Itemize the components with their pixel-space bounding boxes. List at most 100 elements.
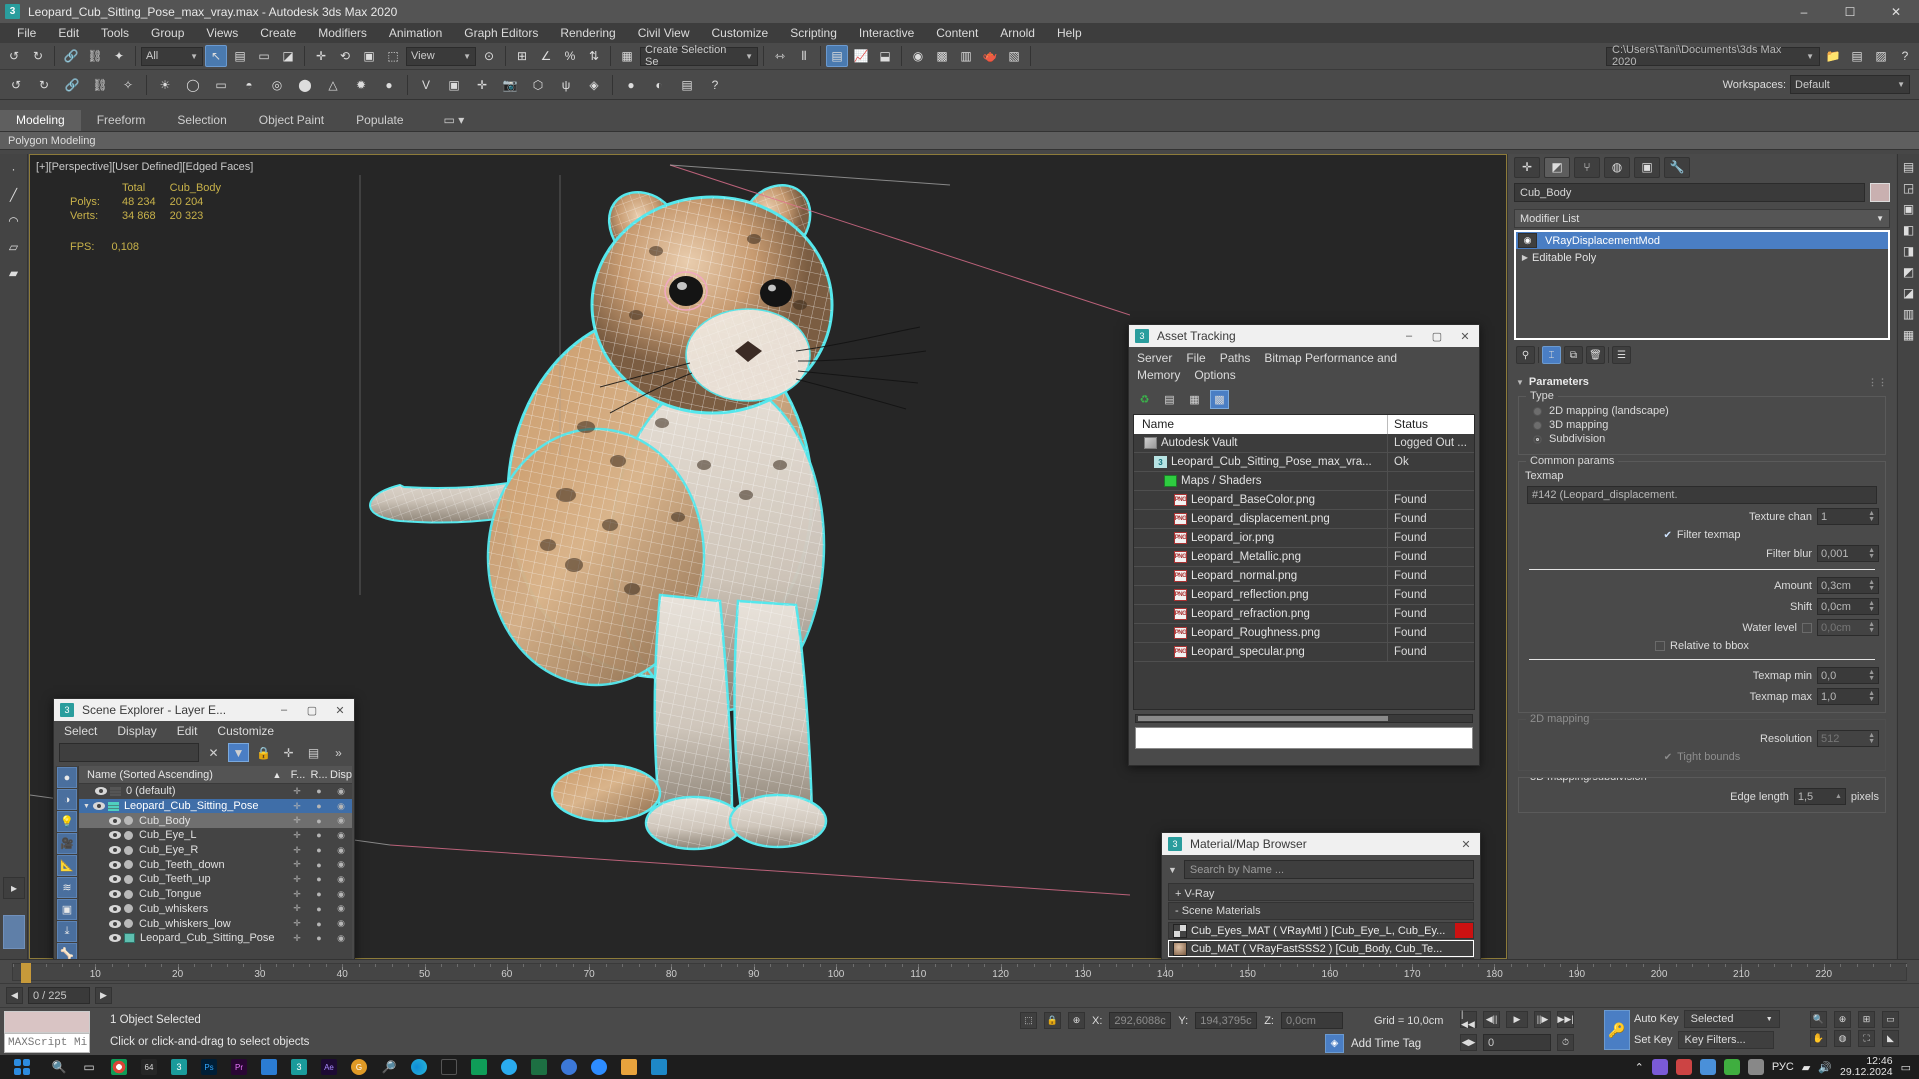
- render-tools-icon[interactable]: ▦: [1900, 326, 1918, 344]
- spinner-arrows-icon[interactable]: ▲ ▼: [1868, 669, 1875, 682]
- asset-row[interactable]: PNG Leopard_normal.png Found: [1134, 566, 1474, 586]
- pin-stack-icon[interactable]: ⚲: [1516, 346, 1535, 364]
- visibility-eye-icon[interactable]: [95, 786, 107, 796]
- bind-space-warp-icon[interactable]: ✦: [108, 45, 130, 67]
- filter-lights-icon[interactable]: 💡: [57, 811, 77, 832]
- scene-tree-col-2[interactable]: ◉: [330, 933, 352, 944]
- sphere-create-icon[interactable]: ◯: [180, 72, 206, 98]
- menu-item-customize[interactable]: Customize: [701, 23, 780, 43]
- menu-item-help[interactable]: Help: [1046, 23, 1093, 43]
- asset-row[interactable]: Maps / Shaders: [1134, 471, 1474, 491]
- scene-tree-row[interactable]: Leopard_Cub_Sitting_Pose ✛ ● ◉: [79, 931, 352, 946]
- key-toggle-button[interactable]: 🔑: [1604, 1010, 1630, 1050]
- viewport-layout-icon[interactable]: [3, 915, 25, 949]
- material-search-input[interactable]: Search by Name ...: [1183, 860, 1474, 879]
- schematic-view-icon[interactable]: ⬓: [874, 45, 896, 67]
- menu-item-create[interactable]: Create: [249, 23, 307, 43]
- task-view-icon[interactable]: ▭: [74, 1055, 104, 1079]
- layer-explorer-icon[interactable]: ▤: [826, 45, 848, 67]
- scene-tree-col-2[interactable]: ◉: [330, 874, 352, 885]
- selection-lock-icon[interactable]: 🔒: [1044, 1012, 1061, 1029]
- menu-item-graph-editors[interactable]: Graph Editors: [453, 23, 549, 43]
- asset-row[interactable]: Autodesk Vault Logged Out ...: [1134, 433, 1474, 453]
- pan-icon[interactable]: ✋: [1810, 1030, 1827, 1047]
- percent-snap-icon[interactable]: %: [559, 45, 581, 67]
- se-close-button[interactable]: ✕: [326, 699, 354, 721]
- time-slider-caret[interactable]: [21, 963, 31, 983]
- zoom-extents-icon[interactable]: ⊞: [1858, 1011, 1875, 1028]
- at-close-button[interactable]: ✕: [1451, 325, 1479, 347]
- visibility-eye-icon[interactable]: [92, 801, 105, 811]
- redo-icon[interactable]: ↻: [27, 45, 49, 67]
- scene-tree-row[interactable]: Cub_whiskers_low ✛ ● ◉: [79, 916, 352, 931]
- timeline-track[interactable]: 10 20 30 40 50 60 70 80 90 100 110 120 130 140 150 160 1…: [12, 963, 1907, 983]
- at-menu-bitmap[interactable]: Bitmap Performance and Memory: [1137, 351, 1397, 382]
- play-animation-icon[interactable]: ▶: [1506, 1011, 1528, 1028]
- scene-tree-col-1[interactable]: ●: [308, 845, 330, 855]
- scene-tree-col-0[interactable]: ✛: [286, 933, 308, 944]
- filter-shapes-icon[interactable]: ◑: [57, 789, 77, 810]
- zoom-all-icon[interactable]: ⊕: [1834, 1011, 1851, 1028]
- at-menu-paths[interactable]: Paths: [1220, 351, 1251, 365]
- object-name-field[interactable]: Cub_Body: [1514, 183, 1865, 202]
- set-key-row[interactable]: Set Key Key Filters...: [1634, 1031, 1780, 1049]
- vray-section-header[interactable]: + V-Ray: [1168, 883, 1474, 901]
- vray-tools-icon[interactable]: ◩: [1900, 263, 1918, 281]
- spinner-arrows-icon[interactable]: ▲ ▼: [1868, 621, 1875, 634]
- light-icon[interactable]: ✹: [348, 72, 374, 98]
- asset-row[interactable]: PNG Leopard_Metallic.png Found: [1134, 547, 1474, 567]
- minimize-button[interactable]: –: [1781, 0, 1827, 23]
- menu-item-civil-view[interactable]: Civil View: [627, 23, 701, 43]
- tab-display[interactable]: ▣: [1634, 156, 1660, 178]
- select-object-icon[interactable]: ↖: [205, 45, 227, 67]
- relative-bbox-checkbox[interactable]: [1655, 641, 1666, 651]
- asset-row[interactable]: PNG Leopard_ior.png Found: [1134, 528, 1474, 548]
- filter-cameras-icon[interactable]: 🎥: [57, 833, 77, 854]
- rendered-frame-icon[interactable]: ▥: [955, 45, 977, 67]
- menu-item-content[interactable]: Content: [925, 23, 989, 43]
- visibility-eye-icon[interactable]: [109, 874, 121, 884]
- unlink-2-icon[interactable]: ⛓: [87, 72, 113, 98]
- asset-row[interactable]: PNG Leopard_refraction.png Found: [1134, 604, 1474, 624]
- gimp-icon[interactable]: G: [344, 1055, 374, 1079]
- scene-tree-col-1[interactable]: ●: [308, 889, 330, 899]
- scene-tree-col-0[interactable]: ✛: [286, 918, 308, 929]
- mb-close-button[interactable]: ✕: [1452, 833, 1480, 855]
- amount-spinner[interactable]: 0,3cm ▲ ▼: [1817, 577, 1879, 594]
- show-end-result-icon[interactable]: ⌶: [1542, 346, 1561, 364]
- menu-item-arnold[interactable]: Arnold: [989, 23, 1046, 43]
- poly-element-icon[interactable]: ▰: [3, 262, 25, 284]
- mirror-icon[interactable]: ⇿: [769, 45, 791, 67]
- at-menu-file[interactable]: File: [1186, 351, 1205, 365]
- light-tools-icon[interactable]: ◪: [1900, 284, 1918, 302]
- filter-texmap-row[interactable]: ✔ Filter texmap: [1525, 529, 1879, 541]
- tray-app4-icon[interactable]: [1723, 1059, 1740, 1075]
- time-configuration-icon[interactable]: ⏱: [1557, 1034, 1574, 1051]
- bitmap-proxy-icon[interactable]: ▨: [1870, 45, 1892, 67]
- layers-icon[interactable]: ▤: [303, 743, 324, 762]
- visibility-eye-icon[interactable]: [109, 904, 121, 914]
- prev-frame-icon[interactable]: ◀: [6, 987, 23, 1004]
- window-crossing-icon[interactable]: ◪: [277, 45, 299, 67]
- language-indicator[interactable]: РУС: [1772, 1061, 1794, 1073]
- ribbon-tab-populate[interactable]: Populate: [340, 110, 419, 131]
- prev-key-icon[interactable]: ◀||: [1483, 1011, 1500, 1028]
- visibility-eye-icon[interactable]: [109, 816, 121, 826]
- notes-icon[interactable]: [254, 1055, 284, 1079]
- asset-tracking-titlebar[interactable]: 3 Asset Tracking – ▢ ✕: [1129, 325, 1479, 347]
- relative-bbox-row[interactable]: Relative to bbox: [1525, 640, 1879, 652]
- project-path-combo[interactable]: C:\Users\Tani\Documents\3ds Max 2020 ▼: [1606, 44, 1820, 68]
- modifier-stack-item-0[interactable]: ◉ VRayDisplacementMod: [1516, 232, 1888, 249]
- ribbon-toggle-icon[interactable]: ▤: [1900, 158, 1918, 176]
- search-icon[interactable]: 🔍: [44, 1055, 74, 1079]
- remove-modifier-icon[interactable]: 🗑: [1586, 346, 1605, 364]
- modifier-list-dropdown[interactable]: Modifier List ▼: [1514, 209, 1890, 228]
- scene-col-r[interactable]: R...: [308, 769, 330, 781]
- scene-tree-col-0[interactable]: ✛: [286, 874, 308, 885]
- texmap-max-spinner[interactable]: 1,0 ▲ ▼: [1817, 688, 1879, 705]
- menu-item-group[interactable]: Group: [140, 23, 195, 43]
- reference-coordinate-combo[interactable]: View ▼: [406, 46, 476, 66]
- vray-fur-icon[interactable]: ψ: [553, 72, 579, 98]
- excel-icon[interactable]: [524, 1055, 554, 1079]
- asset-row[interactable]: PNG Leopard_Roughness.png Found: [1134, 623, 1474, 643]
